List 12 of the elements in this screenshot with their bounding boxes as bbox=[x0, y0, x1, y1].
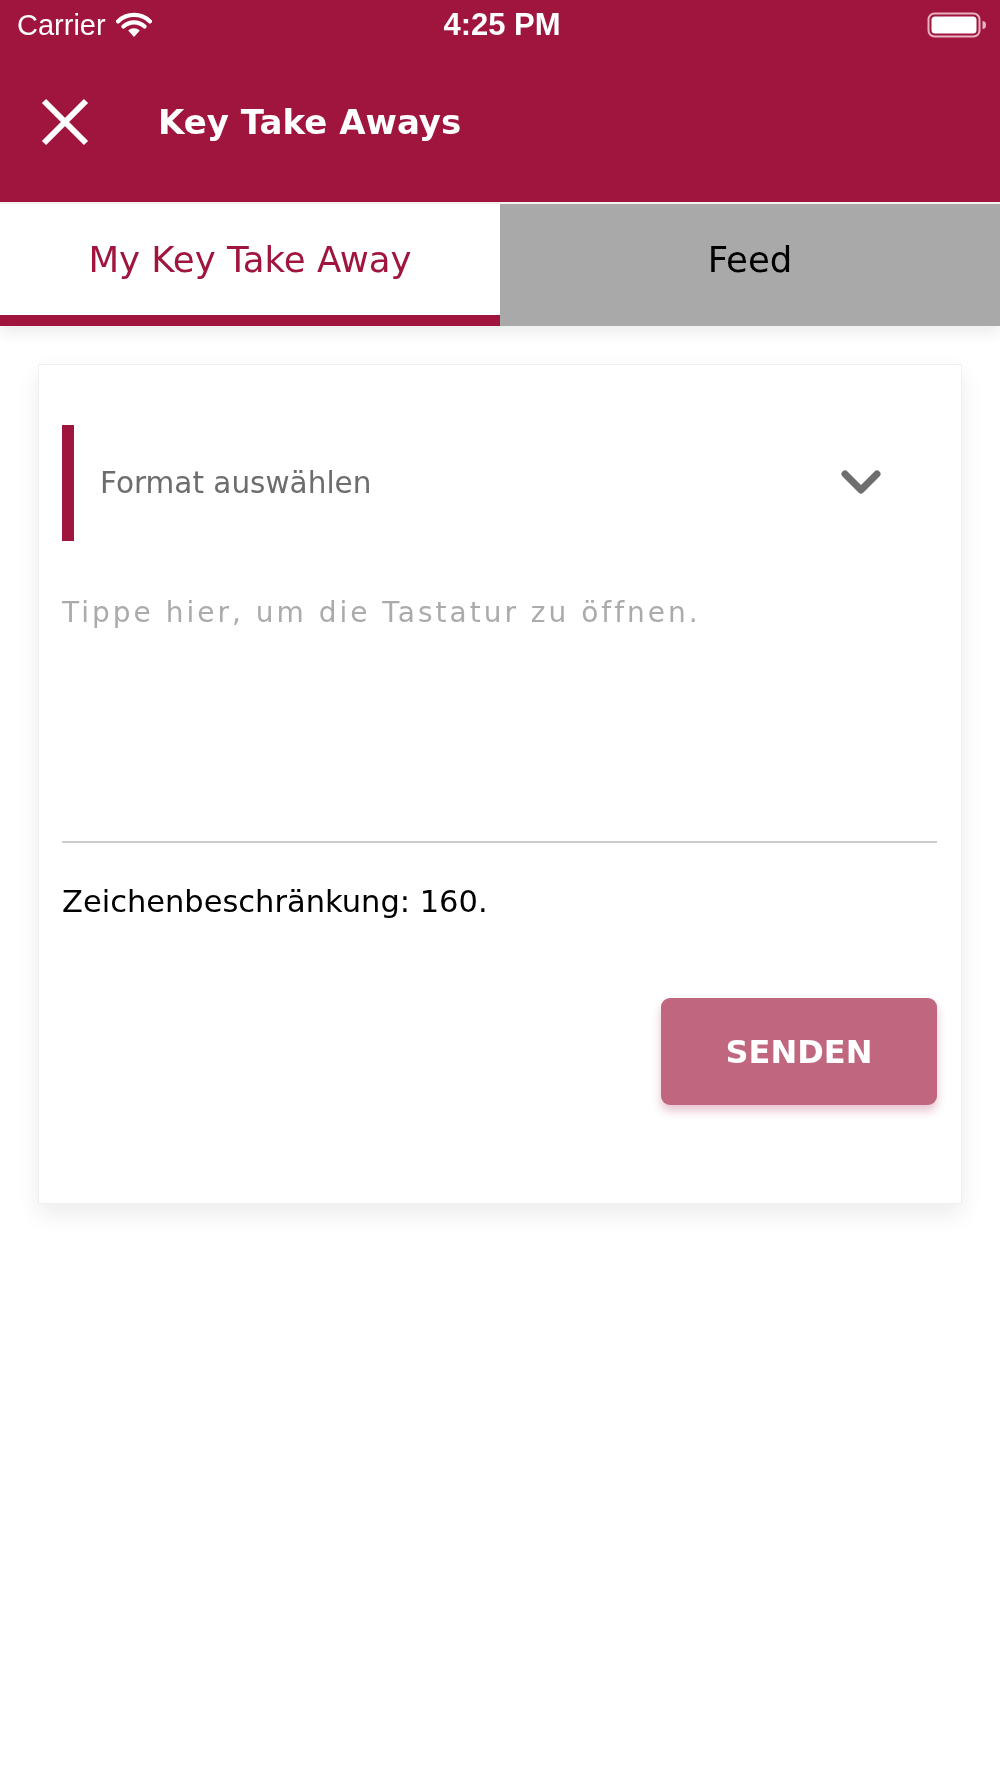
screen-title: Key Take Aways bbox=[158, 101, 462, 143]
wifi-icon bbox=[115, 12, 152, 38]
close-icon bbox=[41, 98, 89, 146]
tab[interactable]: Feed bbox=[500, 204, 1000, 326]
battery-icon bbox=[927, 12, 987, 38]
format-dropdown[interactable]: Format auswählen bbox=[62, 425, 937, 541]
close-button[interactable] bbox=[41, 98, 89, 146]
tab[interactable]: My Key Take Away bbox=[0, 204, 500, 326]
chevron-down-icon bbox=[841, 470, 881, 496]
status-time: 4:25 PM bbox=[443, 7, 561, 43]
character-limit-text: Zeichenbeschränkung: 160. bbox=[62, 883, 489, 921]
carrier-label: Carrier bbox=[17, 8, 106, 42]
